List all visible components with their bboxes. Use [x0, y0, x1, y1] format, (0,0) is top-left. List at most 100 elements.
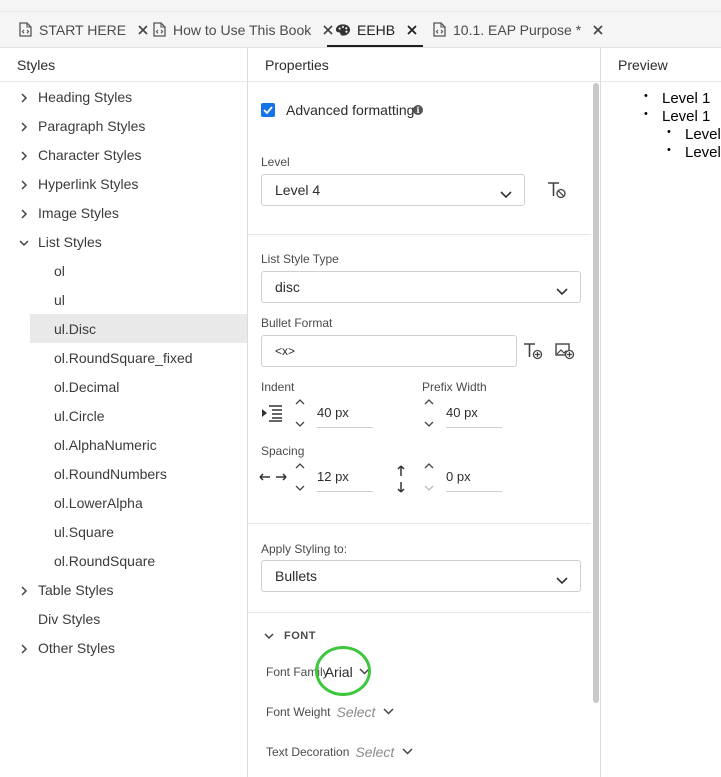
- font-weight-placeholder[interactable]: Select: [336, 704, 375, 720]
- vertical-spacing-stepper[interactable]: 0 px: [422, 462, 502, 492]
- bullet-format-input[interactable]: <x>: [261, 335, 517, 367]
- info-icon[interactable]: i: [413, 105, 423, 115]
- tab-label: EEHB: [357, 21, 396, 38]
- tree-item-label: ol.RoundSquare: [54, 552, 156, 569]
- tree-item-ol-roundnumbers[interactable]: ol.RoundNumbers: [0, 459, 247, 488]
- tree-item-label: Other Styles: [38, 639, 116, 656]
- chevron-down-icon[interactable]: [424, 421, 434, 427]
- tree-item-label: ol.LowerAlpha: [54, 494, 143, 511]
- close-icon[interactable]: [405, 23, 419, 37]
- palette-icon: [335, 22, 351, 38]
- close-icon[interactable]: [321, 23, 335, 37]
- tree-item-div-styles[interactable]: Div Styles: [0, 604, 247, 633]
- horizontal-spacing-value[interactable]: 12 px: [317, 462, 373, 492]
- stepper-arrows[interactable]: [293, 399, 307, 427]
- chevron-up-icon[interactable]: [295, 399, 305, 405]
- tree-item-label: ol: [54, 262, 65, 279]
- chevron-right-icon[interactable]: [18, 91, 30, 103]
- tree-item-paragraph-styles[interactable]: Paragraph Styles: [0, 111, 247, 140]
- tree-item-ol-loweralpha[interactable]: ol.LowerAlpha: [0, 488, 247, 517]
- tree-item-label: Image Styles: [38, 204, 119, 221]
- tree-item-table-styles[interactable]: Table Styles: [0, 575, 247, 604]
- apply-styling-select[interactable]: Bullets: [261, 560, 581, 592]
- highlight-ring: [315, 646, 371, 696]
- font-section-toggle[interactable]: FONT: [264, 630, 316, 642]
- tree-item-ol-alphanumeric[interactable]: ol.AlphaNumeric: [0, 430, 247, 459]
- tree-item-character-styles[interactable]: Character Styles: [0, 140, 247, 169]
- level-value: Level 4: [275, 182, 321, 198]
- text-decoration-row[interactable]: Text Decoration Select: [266, 744, 413, 760]
- tree-item-heading-styles[interactable]: Heading Styles: [0, 82, 247, 111]
- tree-item-ol-roundsquare[interactable]: ol.RoundSquare: [0, 546, 247, 575]
- list-style-type-select[interactable]: disc: [261, 271, 581, 303]
- chevron-up-icon[interactable]: [424, 399, 434, 405]
- tree-item-image-styles[interactable]: Image Styles: [0, 198, 247, 227]
- chevron-down-icon[interactable]: [402, 748, 413, 756]
- tree-item-ul-square[interactable]: ul.Square: [0, 517, 247, 546]
- bullet-format-label: Bullet Format: [261, 316, 333, 330]
- document-code-icon: [151, 22, 167, 38]
- tree-item-label: ol.AlphaNumeric: [54, 436, 157, 453]
- tree-item-ol-decimal[interactable]: ol.Decimal: [0, 372, 247, 401]
- tab-label: START HERE: [39, 21, 127, 38]
- tree-item-label: ul.Circle: [54, 407, 105, 424]
- chevron-right-icon[interactable]: [18, 642, 30, 654]
- text-decoration-placeholder[interactable]: Select: [355, 744, 394, 760]
- tree-item-label: List Styles: [38, 233, 102, 250]
- horizontal-spacing-stepper[interactable]: 12 px: [293, 462, 373, 492]
- chevron-down-icon: [556, 283, 568, 296]
- chevron-up-icon[interactable]: [424, 463, 434, 469]
- tab-start-here[interactable]: START HERE: [17, 13, 150, 46]
- chevron-down-icon[interactable]: [295, 485, 305, 491]
- tree-item-label: ol.Decimal: [54, 378, 120, 395]
- prefix-width-stepper[interactable]: 40 px: [422, 398, 502, 428]
- chevron-down-icon[interactable]: [295, 421, 305, 427]
- advanced-formatting-label: Advanced formatting: [286, 102, 415, 118]
- chevron-down-icon: [264, 632, 274, 639]
- advanced-formatting-checkbox[interactable]: [261, 103, 275, 117]
- chevron-right-icon[interactable]: [18, 178, 30, 190]
- tree-item-ol[interactable]: ol: [0, 256, 247, 285]
- tree-item-label: ol.RoundNumbers: [54, 465, 167, 482]
- chevron-right-icon[interactable]: [18, 207, 30, 219]
- bullet-icon: •: [644, 90, 648, 102]
- stepper-arrows[interactable]: [422, 399, 436, 427]
- tab-eehb[interactable]: EEHB: [335, 13, 419, 46]
- insert-text-icon[interactable]: [523, 342, 543, 360]
- prefix-width-value[interactable]: 40 px: [446, 398, 502, 428]
- tree-item-ul[interactable]: ul: [0, 285, 247, 314]
- tree-item-other-styles[interactable]: Other Styles: [0, 633, 247, 662]
- tab-how-to-use[interactable]: How to Use This Book: [151, 13, 335, 46]
- vertical-spacing-value[interactable]: 0 px: [446, 462, 502, 492]
- clear-formatting-icon[interactable]: [547, 181, 567, 201]
- tab-eap-purpose[interactable]: 10.1. EAP Purpose *: [431, 13, 605, 46]
- chevron-right-icon[interactable]: [18, 149, 30, 161]
- indent-value[interactable]: 40 px: [317, 398, 373, 428]
- preview-panel: Preview •Level 1•Level 1•Level 2•Level 2: [601, 48, 721, 777]
- tree-item-list-styles[interactable]: List Styles: [0, 227, 247, 256]
- stepper-arrows[interactable]: [422, 463, 436, 491]
- chevron-down-icon[interactable]: [383, 708, 394, 716]
- tree-item-ul-circle[interactable]: ul.Circle: [0, 401, 247, 430]
- tree-item-hyperlink-styles[interactable]: Hyperlink Styles: [0, 169, 247, 198]
- chevron-down-icon[interactable]: [18, 236, 30, 248]
- font-weight-row[interactable]: Font Weight Select: [266, 704, 394, 720]
- tree-item-ul-disc[interactable]: ul.Disc: [0, 314, 247, 343]
- font-weight-label: Font Weight: [266, 705, 331, 719]
- prefix-width-label: Prefix Width: [422, 380, 487, 394]
- level-select[interactable]: Level 4: [261, 174, 525, 206]
- chevron-down-icon[interactable]: [424, 485, 434, 491]
- close-icon[interactable]: [136, 23, 150, 37]
- stepper-arrows[interactable]: [293, 463, 307, 491]
- close-icon[interactable]: [591, 23, 605, 37]
- indent-stepper[interactable]: 40 px: [293, 398, 373, 428]
- preview-item-text: Level 2: [685, 126, 721, 143]
- chevron-right-icon[interactable]: [18, 584, 30, 596]
- chevron-up-icon[interactable]: [295, 463, 305, 469]
- apply-styling-label: Apply Styling to:: [261, 542, 348, 556]
- properties-scrollbar[interactable]: [593, 83, 599, 703]
- tree-item-ol-roundsquare-fixed[interactable]: ol.RoundSquare_fixed: [0, 343, 247, 372]
- indent-icon: [261, 404, 283, 422]
- chevron-right-icon[interactable]: [18, 120, 30, 132]
- insert-image-icon[interactable]: [555, 342, 575, 360]
